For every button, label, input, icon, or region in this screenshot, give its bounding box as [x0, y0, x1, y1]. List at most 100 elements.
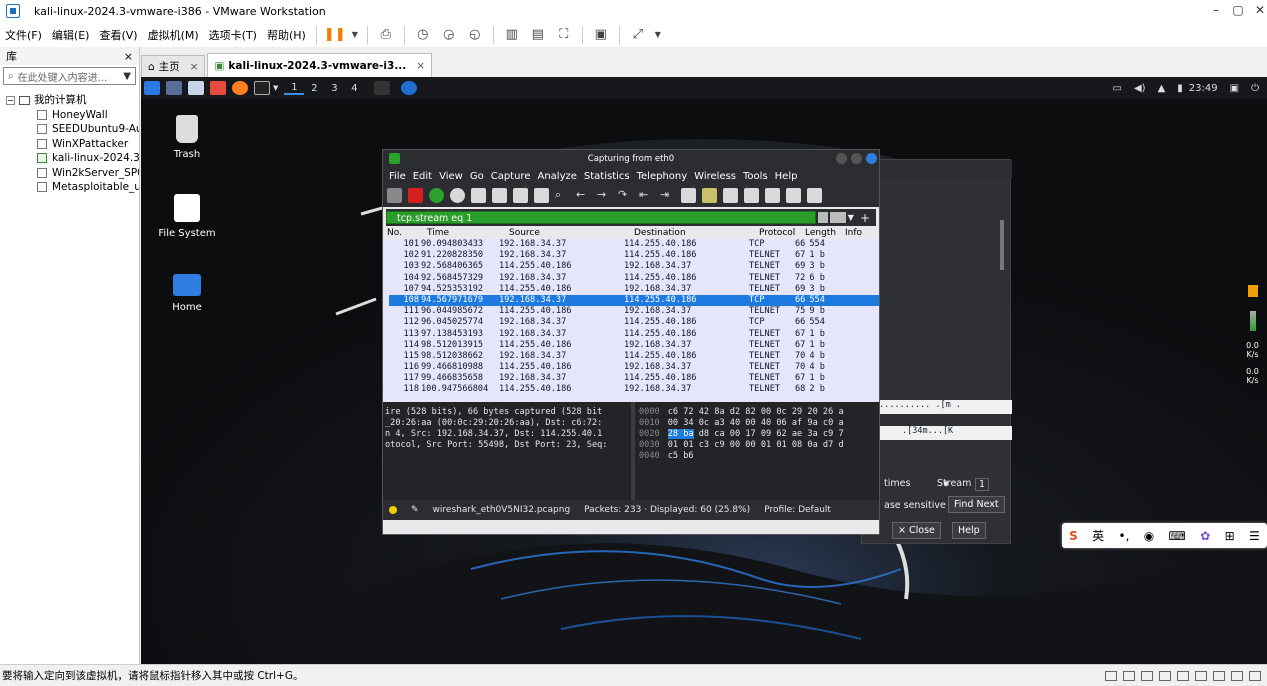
column-header[interactable]: Time — [423, 228, 505, 239]
desktop-icon-file-system[interactable]: File System — [152, 194, 222, 239]
menu-tabs[interactable]: 选项卡(T) — [204, 27, 262, 43]
usb-device-icon[interactable] — [1159, 670, 1171, 681]
table-row[interactable]: 117 99.466835658 192.168.34.37 114.255.40.1… — [389, 373, 879, 384]
stretch-guest-icon[interactable]: ⤢ — [627, 24, 649, 46]
table-row[interactable]: 104 92.568457329 192.168.34.37 114.255.40.1… — [389, 273, 879, 284]
menu-view[interactable]: 查看(V) — [94, 27, 142, 43]
workspace-4[interactable]: 4 — [344, 83, 364, 94]
reload-icon[interactable] — [534, 188, 549, 203]
colorize-icon[interactable] — [702, 188, 717, 203]
text-editor-icon[interactable] — [210, 81, 226, 95]
printer-icon[interactable] — [1177, 670, 1189, 681]
display-filter-input[interactable]: tcp.stream eq 1 — [386, 211, 816, 224]
message-log-icon[interactable] — [1249, 670, 1261, 681]
sound-device-icon[interactable] — [1141, 670, 1153, 681]
workspace-3[interactable]: 3 — [324, 83, 344, 94]
snapshot-manager-icon[interactable]: ◵ — [464, 24, 486, 46]
tab-kali[interactable]: ▣ kali-linux-2024.3-vmware-i3... × — [207, 53, 433, 77]
open-file-icon[interactable] — [471, 188, 486, 203]
back-icon[interactable]: ← — [576, 188, 591, 203]
first-packet-icon[interactable]: ⇤ — [639, 188, 654, 203]
table-row[interactable]: 102 91.220828350 192.168.34.37 114.255.40.1… — [389, 250, 879, 261]
clock[interactable]: 23:49 — [1189, 83, 1218, 94]
vm-list-item[interactable]: WinXPattacker — [0, 137, 139, 152]
wireshark-menu-capture[interactable]: Capture — [491, 171, 531, 182]
capture-options-icon[interactable] — [450, 188, 465, 203]
scrollbar[interactable] — [1000, 220, 1004, 270]
hard-disk-icon[interactable] — [1123, 670, 1135, 681]
close-icon[interactable]: × — [416, 60, 425, 72]
profile-label[interactable]: Profile: Default — [764, 505, 831, 515]
zoom-in-icon[interactable] — [723, 188, 738, 203]
hex-line[interactable]: 0010 00 34 0c a3 40 00 40 06 af 9a c0 a — [639, 418, 879, 429]
apply-filter-icon[interactable] — [829, 212, 846, 223]
floppy-icon[interactable] — [1231, 670, 1243, 681]
hex-line[interactable]: 0000 c6 72 42 8a d2 82 00 0c 29 20 26 a — [639, 407, 879, 418]
collapse-icon[interactable]: − — [6, 95, 15, 105]
column-header[interactable]: No. — [383, 228, 423, 239]
autoscroll-icon[interactable] — [681, 188, 696, 203]
chevron-down-icon[interactable]: ▼ — [848, 213, 854, 222]
volume-icon[interactable]: ◀) — [1134, 83, 1146, 94]
guest-screen[interactable]: ▼ 1 2 3 4 ▭ ◀) ▲ ▮ 23:49 ▣ ⏻ Trash File … — [141, 77, 1267, 664]
packet-bytes-pane[interactable]: 0000 c6 72 42 8a d2 82 00 0c 29 20 26 a 00… — [631, 402, 879, 500]
table-row[interactable]: 116 99.466810988 114.255.40.186 192.168.34.… — [389, 362, 879, 373]
column-header[interactable]: Destination — [630, 228, 755, 239]
show-desktop-icon[interactable] — [166, 81, 182, 95]
edit-comment-icon[interactable]: ✎ — [411, 505, 419, 515]
battery-icon[interactable]: ▮ — [1177, 83, 1183, 94]
restart-capture-icon[interactable] — [429, 188, 444, 203]
lock-icon[interactable]: ▣ — [1230, 83, 1239, 94]
table-row[interactable]: 107 94.525353192 114.255.40.186 192.168.34.… — [389, 284, 879, 295]
wireshark-menu-statistics[interactable]: Statistics — [584, 171, 630, 182]
find-next-button[interactable]: Find Next — [948, 496, 1005, 513]
pause-icon[interactable]: ❚❚ — [324, 24, 346, 46]
menu-help[interactable]: 帮助(H) — [262, 27, 311, 43]
find-packet-icon[interactable]: ⌕ — [555, 188, 570, 203]
save-file-icon[interactable] — [492, 188, 507, 203]
sogou-logo-icon[interactable]: S — [1069, 529, 1078, 543]
kali-menu-icon[interactable] — [144, 81, 160, 95]
shark-fin-icon[interactable] — [387, 188, 402, 203]
menu-vm[interactable]: 虚拟机(M) — [143, 27, 204, 43]
normal-size-icon[interactable] — [765, 188, 780, 203]
close-window-button[interactable]: ✕ — [1240, 0, 1267, 22]
workspace-2[interactable]: 2 — [304, 83, 324, 94]
table-row[interactable]: 112 96.045025774 192.168.34.37 114.255.40.1… — [389, 317, 879, 328]
detail-line[interactable]: ire (528 bits), 66 bytes captured (528 b… — [385, 407, 631, 418]
maximize-button[interactable] — [851, 153, 862, 164]
ime-language[interactable]: 英 — [1092, 527, 1104, 544]
vm-list-item[interactable]: HoneyWall — [0, 108, 139, 123]
wireshark-menu-file[interactable]: File — [389, 171, 406, 182]
shield-icon[interactable] — [1247, 285, 1258, 297]
zoom-out-icon[interactable] — [744, 188, 759, 203]
wireshark-menu-tools[interactable]: Tools — [743, 171, 768, 182]
close-file-icon[interactable] — [513, 188, 528, 203]
table-row[interactable]: 111 96.044985672 114.255.40.186 192.168.34.… — [389, 306, 879, 317]
column-header[interactable]: Source — [505, 228, 630, 239]
pause-dropdown-icon[interactable]: ▼ — [350, 24, 360, 46]
close-button[interactable]: × Close — [892, 522, 941, 539]
chevron-down-icon[interactable]: ▼ — [273, 84, 278, 92]
hex-line[interactable]: 0020 28 ba d8 ca 00 17 09 62 ae 3a c9 7 — [639, 429, 879, 440]
wireshark-task-icon[interactable] — [401, 81, 418, 95]
detail-line[interactable]: _20:26:aa (00:0c:29:20:26:aa), Dst: c6:7… — [385, 418, 631, 429]
stop-capture-icon[interactable] — [408, 188, 423, 203]
detail-line[interactable]: otocol, Src Port: 55498, Dst Port: 23, S… — [385, 440, 631, 451]
vm-list-item[interactable]: Metasploitable_u — [0, 180, 139, 195]
workspace-1[interactable]: 1 — [284, 82, 305, 95]
wireshark-menu-telephony[interactable]: Telephony — [637, 171, 688, 182]
wireshark-menu-help[interactable]: Help — [775, 171, 798, 182]
full-screen-icon[interactable]: ⛶ — [553, 24, 575, 46]
keyboard-icon[interactable]: ⌨ — [1169, 529, 1186, 543]
window-button-icon[interactable] — [374, 81, 391, 95]
detail-line[interactable]: n 4, Src: 192.168.34.37, Dst: 114.255.40… — [385, 429, 631, 440]
go-to-packet-icon[interactable]: ↷ — [618, 188, 633, 203]
table-row[interactable]: 101 90.094803433 192.168.34.37 114.255.40.1… — [389, 239, 879, 250]
terminal-icon[interactable] — [254, 81, 270, 95]
library-search-input[interactable]: ⌕ 在此处键入内容进... ▼ — [3, 67, 136, 85]
vm-list-item[interactable]: kali-linux-2024.3- — [0, 151, 139, 166]
table-row[interactable]: 114 98.512013915 114.255.40.186 192.168.34.… — [389, 340, 879, 351]
revert-snapshot-icon[interactable]: ◶ — [438, 24, 460, 46]
packet-list[interactable]: 101 90.094803433 192.168.34.37 114.255.40.1… — [383, 239, 879, 402]
